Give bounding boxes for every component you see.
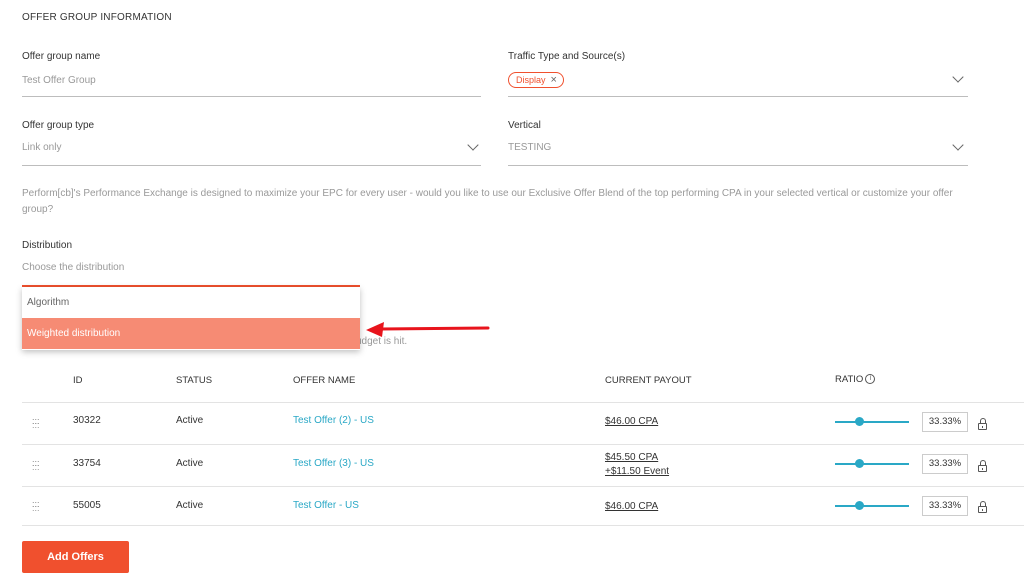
drag-handle-icon[interactable]: :::::: [32, 417, 40, 430]
payout-link[interactable]: $46.00 CPA [605, 500, 658, 513]
traffic-chip-display: Display × [508, 72, 564, 88]
distribution-option-weighted[interactable]: Weighted distribution [22, 318, 360, 349]
payout-event-link[interactable]: +$11.50 Event [605, 465, 669, 478]
offer-group-name-input[interactable]: Test Offer Group [22, 75, 480, 89]
ratio-slider-track [835, 463, 909, 465]
offer-name-link[interactable]: Test Offer (2) - US [293, 415, 374, 426]
row-status: Active [176, 458, 204, 469]
traffic-type-underline [508, 96, 968, 97]
distribution-option-algorithm[interactable]: Algorithm [22, 287, 360, 318]
table-row: :::::: 33754 Active Test Offer (3) - US … [0, 445, 1024, 486]
column-header-offer-name: OFFER NAME [293, 375, 356, 386]
traffic-chip-label: Display [516, 75, 546, 85]
lock-icon[interactable] [978, 460, 987, 472]
ratio-slider-thumb[interactable] [855, 417, 865, 426]
ratio-input[interactable]: 33.33% [922, 454, 968, 474]
table-row: :::::: 55005 Active Test Offer - US $46.… [0, 487, 1024, 525]
ratio-slider-thumb[interactable] [855, 459, 865, 468]
payout-link[interactable]: $45.50 CPA [605, 451, 658, 464]
traffic-chevron-down-icon[interactable] [952, 71, 964, 83]
ratio-input[interactable]: 33.33% [922, 496, 968, 516]
offer-group-name-underline [22, 96, 481, 97]
payout-link[interactable]: $46.00 CPA [605, 415, 658, 428]
ratio-slider-thumb[interactable] [855, 501, 865, 510]
row-id: 30322 [73, 415, 101, 426]
lock-icon[interactable] [978, 501, 987, 513]
vertical-label: Vertical [508, 120, 541, 131]
ratio-input[interactable]: 33.33% [922, 412, 968, 432]
offer-group-type-select[interactable]: Link only [22, 142, 462, 156]
section-title: OFFER GROUP INFORMATION [22, 12, 172, 23]
distribution-select[interactable]: Choose the distribution [22, 262, 360, 276]
lock-icon[interactable] [978, 418, 987, 430]
offer-group-type-underline [22, 165, 481, 166]
ratio-header-label: RATIO [835, 374, 864, 385]
add-offers-button[interactable]: Add Offers [22, 541, 129, 573]
chip-close-icon[interactable]: × [551, 75, 557, 86]
ratio-slider-track [835, 505, 909, 507]
drag-handle-icon[interactable]: :::::: [32, 500, 40, 513]
table-row: :::::: 30322 Active Test Offer (2) - US … [0, 403, 1024, 444]
traffic-type-label: Traffic Type and Source(s) [508, 51, 626, 62]
offer-group-name-label: Offer group name [22, 51, 101, 62]
row-status: Active [176, 415, 204, 426]
offer-name-link[interactable]: Test Offer - US [293, 500, 359, 511]
row-id: 33754 [73, 458, 101, 469]
exchange-description: Perform[cb]'s Performance Exchange is de… [22, 188, 953, 215]
column-header-ratio: RATIO i [835, 374, 876, 385]
vertical-select[interactable]: TESTING [508, 142, 938, 156]
column-header-id: ID [73, 375, 83, 386]
annotation-arrow-icon [366, 322, 490, 337]
type-chevron-down-icon[interactable] [467, 139, 479, 151]
vertical-chevron-down-icon[interactable] [952, 139, 964, 151]
table-divider [22, 525, 1024, 526]
column-header-status: STATUS [176, 375, 213, 386]
row-status: Active [176, 500, 204, 511]
vertical-underline [508, 165, 968, 166]
distribution-label: Distribution [22, 240, 73, 251]
info-icon[interactable]: i [865, 374, 876, 384]
offer-group-type-label: Offer group type [22, 120, 95, 131]
row-id: 55005 [73, 500, 101, 511]
drag-handle-icon[interactable]: :::::: [32, 459, 40, 472]
ratio-slider-track [835, 421, 909, 423]
offer-name-link[interactable]: Test Offer (3) - US [293, 458, 374, 469]
distribution-dropdown-menu: Algorithm Weighted distribution [22, 287, 360, 350]
column-header-current-payout: CURRENT PAYOUT [605, 375, 692, 386]
